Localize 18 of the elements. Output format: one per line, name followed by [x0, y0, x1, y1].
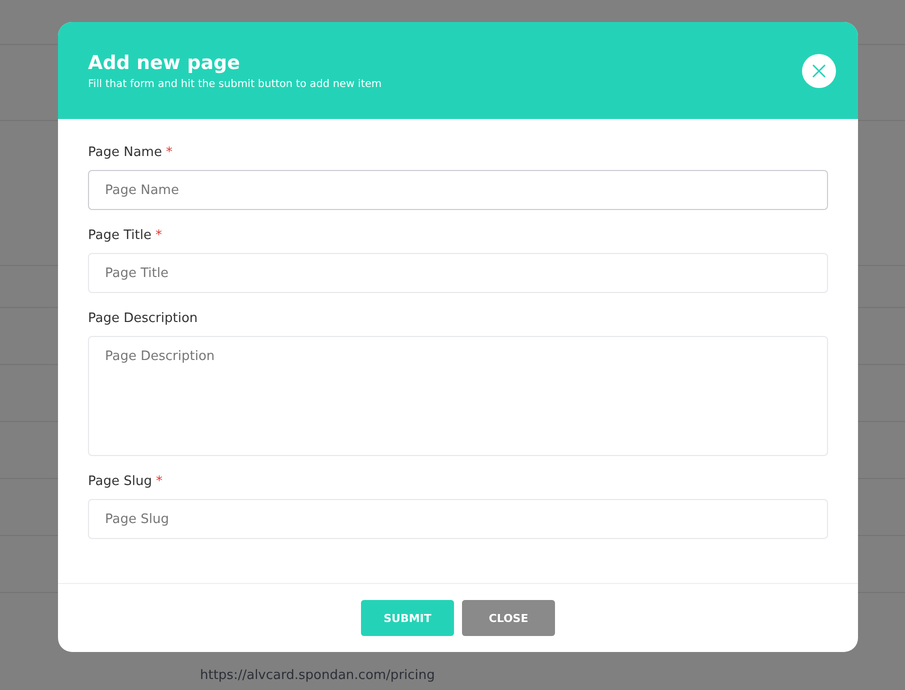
close-button[interactable]: CLOSE — [462, 600, 555, 636]
modal-title: Add new page — [88, 52, 242, 74]
modal-subtitle: Fill that form and hit the submit button to add new item — [88, 78, 382, 90]
close-button[interactable] — [802, 54, 836, 88]
field-label: Page Description — [88, 311, 198, 326]
field-label: Page Name — [88, 145, 162, 160]
input-field[interactable]: Page Slug — [88, 499, 828, 539]
page-link[interactable]: https://alvcard.spondan.com/pricing — [200, 668, 435, 683]
input-field[interactable]: Page Title — [88, 253, 828, 293]
field-label: Page Slug — [88, 474, 152, 489]
close-icon — [812, 64, 826, 78]
field-label: Page Title — [88, 228, 152, 243]
input-field[interactable]: Page Name — [88, 170, 828, 210]
description-field[interactable]: Page Description — [88, 336, 828, 456]
required-mark: * — [155, 228, 162, 243]
submit-button[interactable]: SUBMIT — [361, 600, 454, 636]
required-mark: * — [156, 474, 162, 489]
required-mark: * — [166, 145, 172, 160]
